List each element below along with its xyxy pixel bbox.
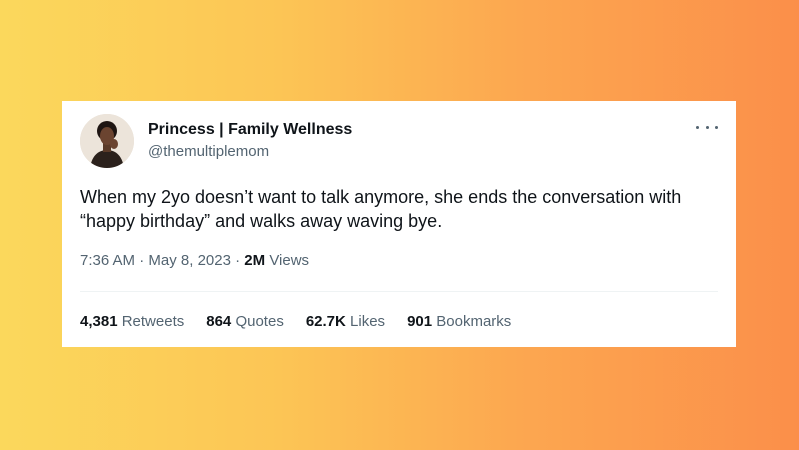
stat-quotes[interactable]: 864 Quotes <box>206 313 284 330</box>
stat-count: 62.7K <box>305 313 346 330</box>
stat-label: Likes <box>350 313 386 330</box>
tweet-date[interactable]: May 8, 2023 <box>148 252 231 269</box>
views-count: 2M <box>244 252 266 269</box>
author-handle[interactable]: @themultiplemom <box>148 143 269 160</box>
divider <box>80 291 718 292</box>
stat-label: Retweets <box>121 313 185 330</box>
author-display-name[interactable]: Princess | Family Wellness <box>148 121 352 139</box>
stat-likes[interactable]: 62.7K Likes <box>306 313 385 330</box>
stat-retweets[interactable]: 4,381 Retweets <box>80 313 184 330</box>
stat-label: Bookmarks <box>436 313 512 330</box>
meta-separator: · <box>135 252 149 269</box>
tweet-meta: 7:36 AM · May 8, 2023 · 2M Views <box>80 252 309 269</box>
tweet-card: Princess | Family Wellness @themultiplem… <box>62 101 736 347</box>
avatar-photo <box>80 114 134 168</box>
engagement-stats: 4,381 Retweets 864 Quotes 62.7K Likes 90… <box>80 313 511 330</box>
stat-count: 901 <box>407 313 433 330</box>
stat-count: 4,381 <box>80 313 118 330</box>
tweet-time[interactable]: 7:36 AM <box>80 252 135 269</box>
tweet-text: When my 2yo doesn’t want to talk anymore… <box>80 187 682 231</box>
stat-bookmarks[interactable]: 901 Bookmarks <box>407 313 511 330</box>
avatar[interactable] <box>80 114 134 168</box>
more-horizontal-icon[interactable] <box>696 119 718 135</box>
meta-separator: · <box>230 252 245 269</box>
views-label: Views <box>269 252 310 269</box>
stat-label: Quotes <box>235 313 284 330</box>
stat-count: 864 <box>206 313 232 330</box>
